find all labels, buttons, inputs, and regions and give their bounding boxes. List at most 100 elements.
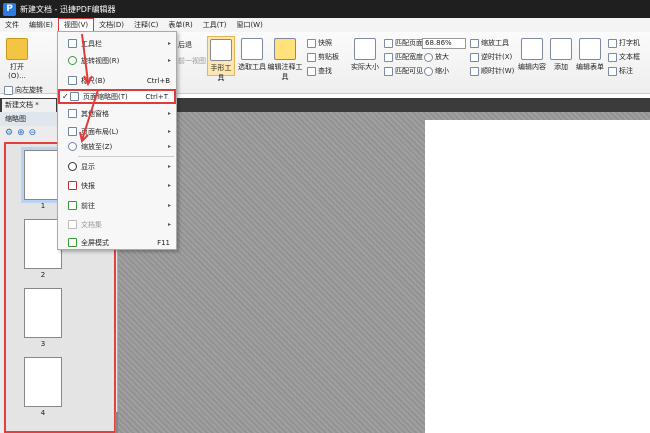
find-button[interactable]: 查找	[307, 66, 332, 76]
hand-icon	[210, 39, 232, 61]
secondary-toolbar: 向左旋转	[0, 83, 60, 97]
menu-tools[interactable]: 工具(T)	[198, 18, 232, 32]
annotation-icon	[274, 38, 296, 60]
menu-item-snap[interactable]: 快报 ▸	[58, 178, 176, 193]
zoom-tool-button[interactable]: 缩放工具	[470, 38, 509, 48]
binoculars-icon	[307, 66, 316, 76]
submenu-arrow-icon: ▸	[168, 221, 172, 228]
annotate-button[interactable]: 标注	[608, 66, 633, 76]
textbox-button[interactable]: 文本框	[608, 52, 640, 62]
edit-content-button[interactable]: 编辑内容	[515, 38, 549, 72]
rotate-cw-label: 顺时针(W)	[481, 67, 515, 75]
submenu-arrow-icon: ▸	[168, 202, 172, 209]
submenu-arrow-icon: ▸	[168, 163, 172, 170]
menu-item-fullscreen[interactable]: 全屏模式 F11	[58, 235, 176, 250]
zoom-out-thumbs-icon[interactable]: ⊖	[29, 128, 37, 138]
edit-content-icon	[521, 38, 543, 60]
fit-visible-icon	[384, 66, 393, 76]
fit-page-label: 匹配页面	[395, 39, 423, 47]
menu-item-goto[interactable]: 前往 ▸	[58, 198, 176, 213]
find-label: 查找	[318, 67, 332, 75]
folder-icon	[6, 38, 28, 60]
app-logo-icon: P	[3, 2, 16, 16]
page-number-4: 4	[40, 409, 46, 417]
display-icon	[68, 162, 77, 171]
menu-edit[interactable]: 编辑(E)	[24, 18, 58, 32]
zoom-in-thumbs-icon[interactable]: ⊕	[17, 128, 25, 138]
add-button[interactable]: 添加	[549, 38, 573, 72]
clipboard-icon	[307, 52, 316, 62]
zoom-in-label: 放大	[435, 53, 449, 61]
goto-icon	[68, 201, 77, 210]
zoom-out-label: 缩小	[435, 67, 449, 75]
edit-annotation-label: 编辑注释工具	[267, 63, 303, 81]
menu-item-document-set: 文档集 ▸	[58, 217, 176, 232]
document-canvas[interactable]	[118, 112, 650, 433]
magnifier-icon	[470, 38, 479, 48]
fit-page-icon	[384, 38, 393, 48]
prev-view-button[interactable]: 前一视图	[178, 56, 206, 66]
menu-item-label: 全屏模式	[81, 238, 109, 247]
submenu-arrow-icon: ▸	[168, 57, 172, 64]
prev-view-label: 前一视图	[178, 57, 206, 65]
options-icon[interactable]: ⚙	[5, 128, 13, 138]
fit-width-icon	[384, 52, 393, 62]
minus-circle-icon	[424, 66, 433, 76]
edit-annotation-button[interactable]: 编辑注释工具	[266, 38, 304, 82]
menu-item-display[interactable]: 显示 ▸	[58, 159, 176, 174]
menu-item-label: 快报	[81, 181, 95, 190]
document-page[interactable]	[425, 120, 650, 433]
rotate-left-button[interactable]: 向左旋转	[15, 85, 43, 95]
snapshot-button[interactable]: 快照	[307, 38, 332, 48]
rotate-ccw-button[interactable]: 逆时针(X)	[470, 52, 512, 62]
rotate-ccw-icon	[470, 52, 479, 62]
page-number-2: 2	[40, 271, 46, 279]
select-tool-label: 选取工具	[238, 63, 266, 71]
menu-form[interactable]: 表单(R)	[163, 18, 197, 32]
thumbnail-page-3[interactable]	[24, 288, 62, 338]
zoom-out-button[interactable]: 缩小	[424, 66, 449, 76]
menu-comment[interactable]: 注释(C)	[129, 18, 163, 32]
document-set-icon	[68, 220, 77, 229]
edit-form-label: 编辑表单	[576, 63, 604, 71]
checkmark-icon: ✓	[62, 92, 69, 101]
menu-window[interactable]: 窗口(W)	[231, 18, 267, 32]
menu-file[interactable]: 文件	[0, 18, 24, 32]
thumbnail-page-4[interactable]	[24, 357, 62, 407]
menu-item-label: 显示	[81, 162, 95, 171]
hand-tool-label: 手形工具	[210, 64, 232, 82]
fit-page-button[interactable]: 匹配页面	[384, 38, 423, 48]
plus-circle-icon	[424, 52, 433, 62]
clipboard-label: 剪贴板	[318, 53, 339, 61]
fit-visible-button[interactable]: 匹配可见	[384, 66, 423, 76]
back-button[interactable]: 后退	[178, 40, 192, 50]
zoom-input[interactable]: 68.86%	[422, 38, 466, 49]
fit-width-label: 匹配宽度	[395, 53, 423, 61]
select-tool-button[interactable]: 选取工具	[237, 38, 267, 72]
open-button[interactable]: 打开(O)...	[3, 38, 31, 80]
zoom-tool-label: 缩放工具	[481, 39, 509, 47]
clipboard-button[interactable]: 剪贴板	[307, 52, 339, 62]
typewriter-button[interactable]: 打字机	[608, 38, 640, 48]
tab-new-document[interactable]: 新建文档 *	[2, 99, 56, 112]
add-text-icon	[550, 38, 572, 60]
typewriter-label: 打字机	[619, 39, 640, 47]
submenu-arrow-icon: ▸	[168, 182, 172, 189]
fit-width-button[interactable]: 匹配宽度	[384, 52, 423, 62]
textbox-icon	[608, 52, 617, 62]
edit-form-button[interactable]: 编辑表单	[573, 38, 607, 72]
cursor-icon	[241, 38, 263, 60]
menu-separator	[78, 156, 174, 157]
callout-icon	[608, 66, 617, 76]
snapshot-label: 快照	[318, 39, 332, 47]
actual-size-button[interactable]: 实际大小	[350, 38, 380, 72]
zoom-in-button[interactable]: 放大	[424, 52, 449, 62]
rotate-cw-button[interactable]: 顺时针(W)	[470, 66, 514, 76]
submenu-arrow-icon: ▸	[168, 128, 172, 135]
submenu-arrow-icon: ▸	[168, 110, 172, 117]
actual-size-label: 实际大小	[351, 63, 379, 71]
hand-tool-button[interactable]: 手形工具	[207, 36, 235, 82]
menu-item-shortcut: Ctrl+B	[146, 76, 170, 85]
rotate-left-icon	[4, 85, 13, 95]
submenu-arrow-icon: ▸	[168, 143, 172, 150]
